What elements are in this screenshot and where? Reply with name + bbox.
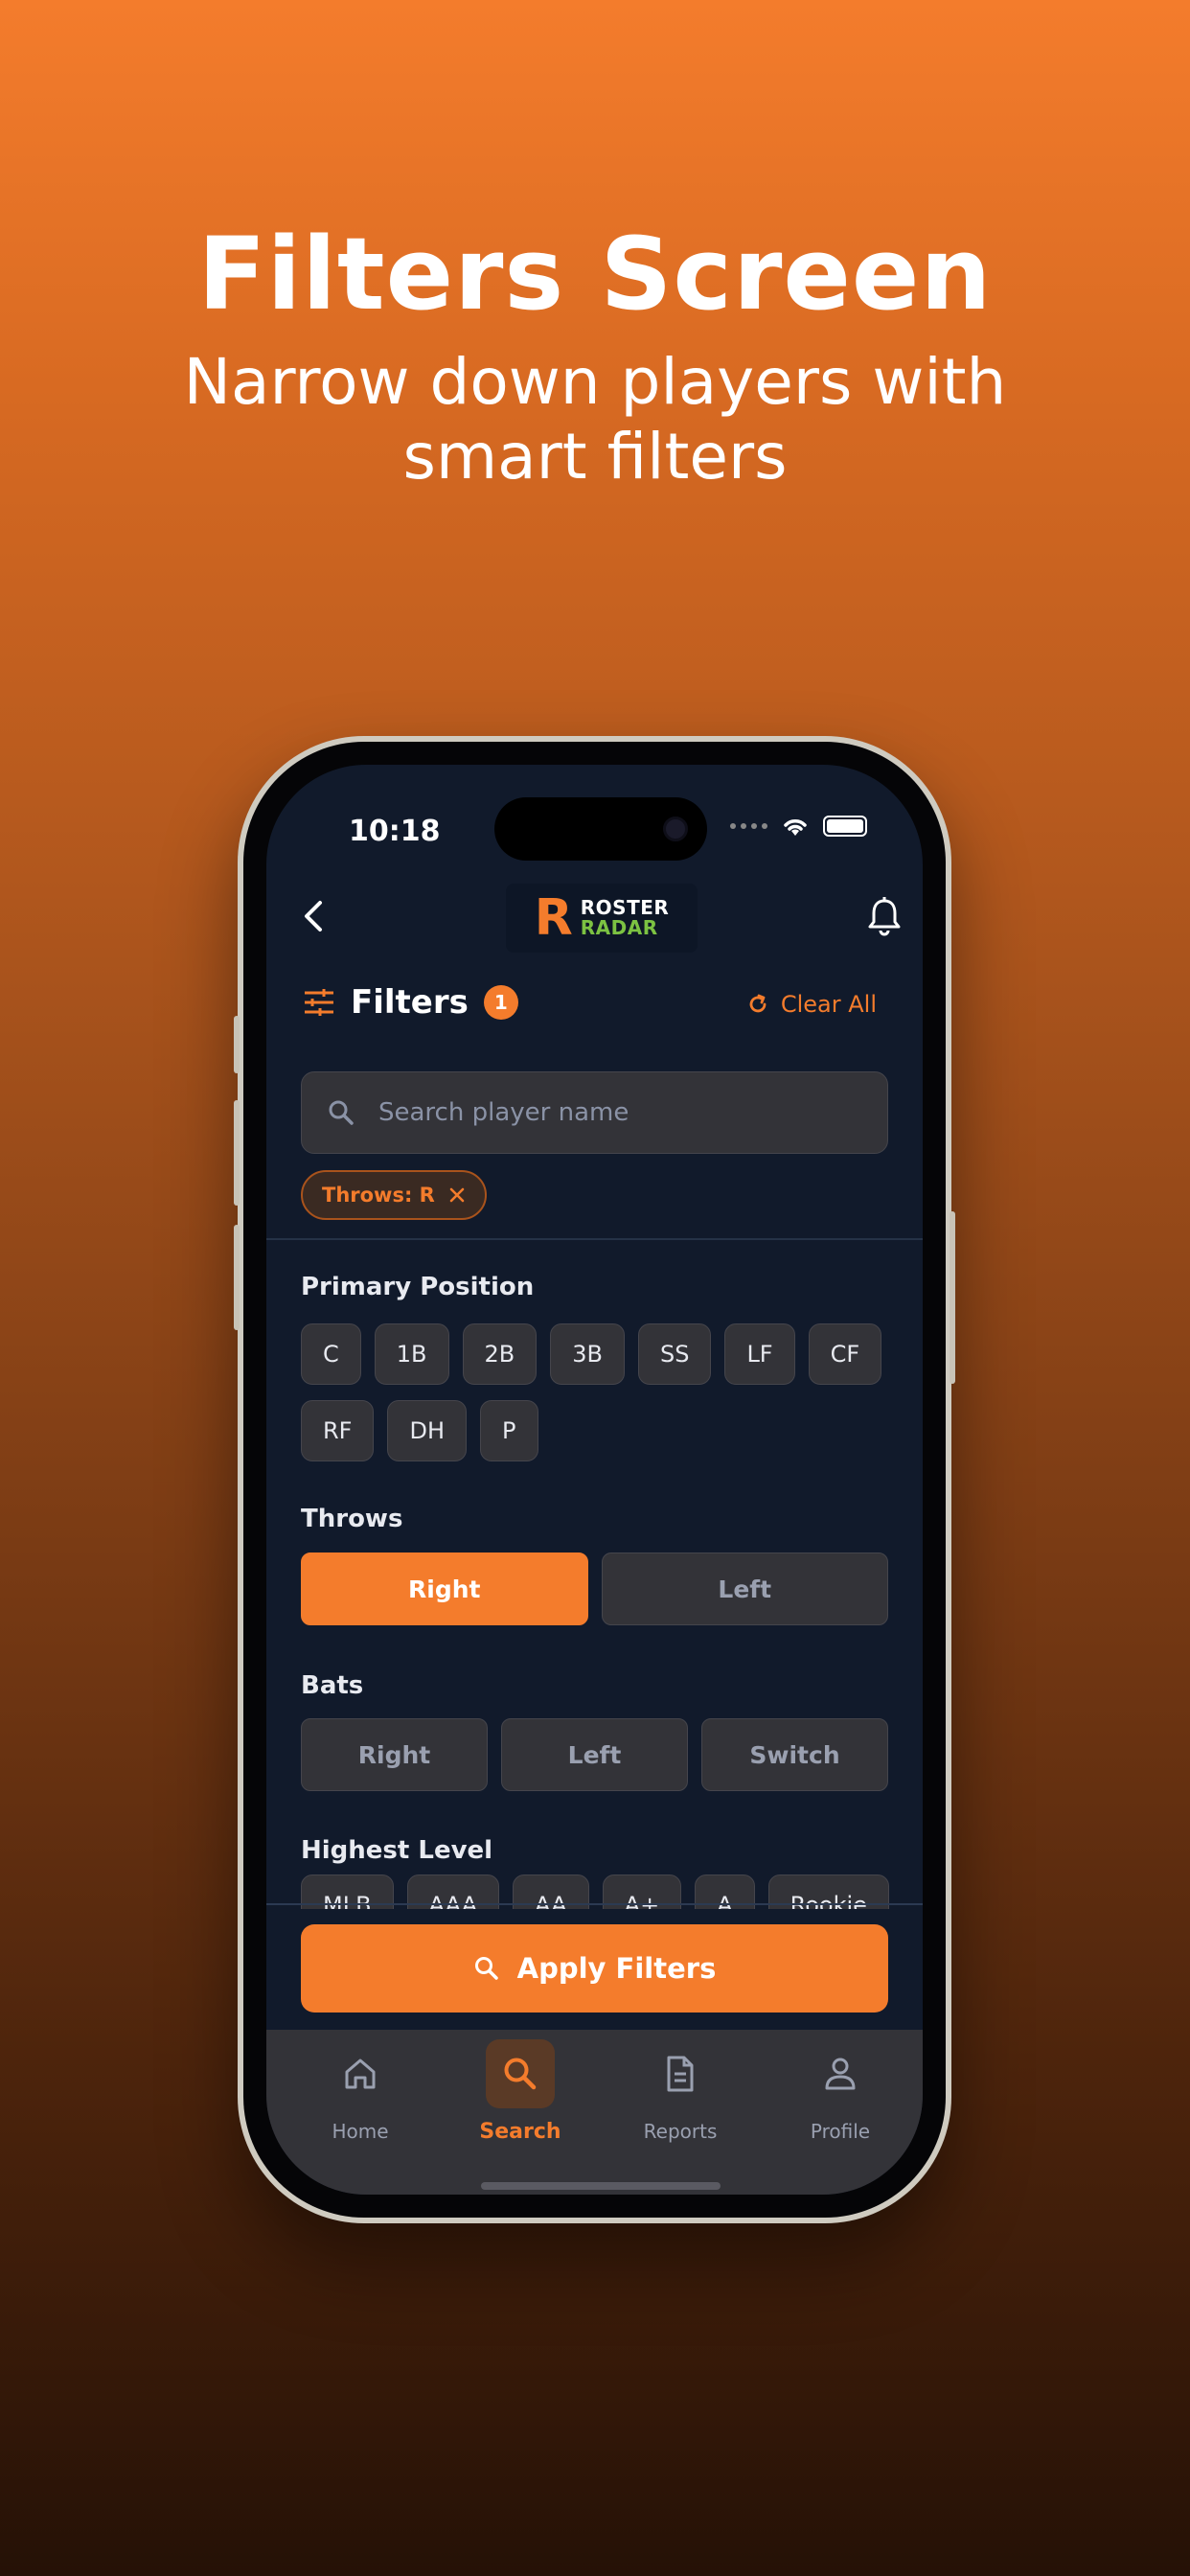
logo-mark: R — [534, 889, 573, 947]
volume-down-button — [234, 1225, 240, 1330]
primary-position-label: Primary Position — [301, 1273, 535, 1301]
volume-up-button — [234, 1100, 240, 1206]
position-chip-2b[interactable]: 2B — [462, 1323, 538, 1385]
promo-subtitle: Narrow down players with smart filters — [183, 345, 1007, 494]
tab-bar: Home Search Reports Profile — [266, 2030, 923, 2195]
position-chip-1b[interactable]: 1B — [374, 1323, 449, 1385]
signal-icon — [730, 823, 767, 829]
tab-home-label: Home — [332, 2120, 389, 2143]
highest-level-label: Highest Level — [301, 1836, 493, 1865]
filter-count-badge: 1 — [483, 985, 518, 1020]
chevron-left-icon — [305, 901, 322, 932]
position-chip-3b[interactable]: 3B — [550, 1323, 625, 1385]
app-logo: R ROSTER RADAR — [506, 884, 698, 953]
apply-filters-label: Apply Filters — [516, 1952, 717, 1985]
position-chip-c[interactable]: C — [301, 1323, 361, 1385]
search-icon — [486, 2039, 555, 2108]
bats-right-button[interactable]: Right — [301, 1718, 488, 1791]
position-chip-ss[interactable]: SS — [637, 1323, 712, 1385]
position-chip-dh[interactable]: DH — [387, 1400, 468, 1461]
refresh-icon — [749, 994, 767, 1013]
tab-reports[interactable]: Reports — [613, 2039, 747, 2143]
dynamic-island — [494, 797, 707, 861]
throws-label: Throws — [301, 1505, 403, 1533]
tab-search-label: Search — [479, 2120, 561, 2144]
status-indicators — [730, 815, 867, 838]
throws-segment: Right Left — [301, 1552, 888, 1625]
clear-all-label: Clear All — [780, 991, 877, 1018]
position-chip-p[interactable]: P — [480, 1400, 538, 1461]
status-time: 10:18 — [349, 815, 441, 848]
position-chip-row-1: C 1B 2B 3B SS LF CF — [301, 1323, 888, 1385]
position-chip-rf[interactable]: RF — [301, 1400, 375, 1461]
apply-filters-button[interactable]: Apply Filters — [301, 1924, 888, 2012]
active-filter-chip[interactable]: Throws: R — [301, 1170, 487, 1220]
promo-title: Filters Screen — [197, 216, 993, 333]
action-button — [234, 1016, 240, 1073]
throws-right-button[interactable]: Right — [301, 1552, 588, 1625]
person-icon — [806, 2039, 875, 2108]
clear-all-button[interactable]: Clear All — [746, 991, 877, 1018]
document-icon — [646, 2039, 715, 2108]
close-icon[interactable] — [448, 1186, 466, 1204]
search-input[interactable]: Search player name — [301, 1071, 888, 1154]
home-icon — [326, 2039, 395, 2108]
logo-text-roster: ROSTER — [580, 896, 670, 919]
app-screen: 10:18 R ROSTER RADAR Filters 1 Clear All… — [266, 765, 923, 2195]
tab-profile[interactable]: Profile — [773, 2039, 907, 2143]
bats-switch-button[interactable]: Switch — [701, 1718, 888, 1791]
filters-title: Filters — [351, 983, 469, 1022]
tab-home[interactable]: Home — [293, 2039, 427, 2143]
camera-icon — [663, 816, 688, 841]
sliders-icon — [305, 989, 333, 1016]
bats-left-button[interactable]: Left — [501, 1718, 688, 1791]
tab-search[interactable]: Search — [453, 2039, 587, 2144]
bats-segment: Right Left Switch — [301, 1718, 888, 1791]
divider — [266, 1903, 923, 1905]
logo-text-radar: RADAR — [580, 916, 658, 939]
divider — [266, 1238, 923, 1240]
bell-icon — [868, 897, 901, 936]
throws-left-button[interactable]: Left — [601, 1552, 888, 1625]
wifi-icon — [784, 819, 807, 836]
tab-profile-label: Profile — [810, 2120, 871, 2143]
notifications-button[interactable] — [865, 895, 904, 937]
back-button[interactable] — [297, 897, 332, 935]
position-chip-row-2: RF DH P — [301, 1400, 888, 1461]
power-button — [950, 1211, 955, 1384]
search-placeholder: Search player name — [378, 1098, 629, 1127]
active-filter-chip-label: Throws: R — [322, 1184, 435, 1207]
position-chip-cf[interactable]: CF — [808, 1323, 882, 1385]
phone-frame: 10:18 R ROSTER RADAR Filters 1 Clear All… — [234, 736, 955, 2223]
search-icon — [329, 1100, 354, 1125]
position-chip-lf[interactable]: LF — [724, 1323, 795, 1385]
tab-reports-label: Reports — [643, 2120, 718, 2143]
search-icon — [474, 1957, 498, 1980]
home-indicator — [481, 2182, 721, 2190]
filters-heading: Filters 1 — [303, 983, 518, 1022]
bats-label: Bats — [301, 1671, 364, 1700]
battery-icon — [823, 816, 867, 837]
